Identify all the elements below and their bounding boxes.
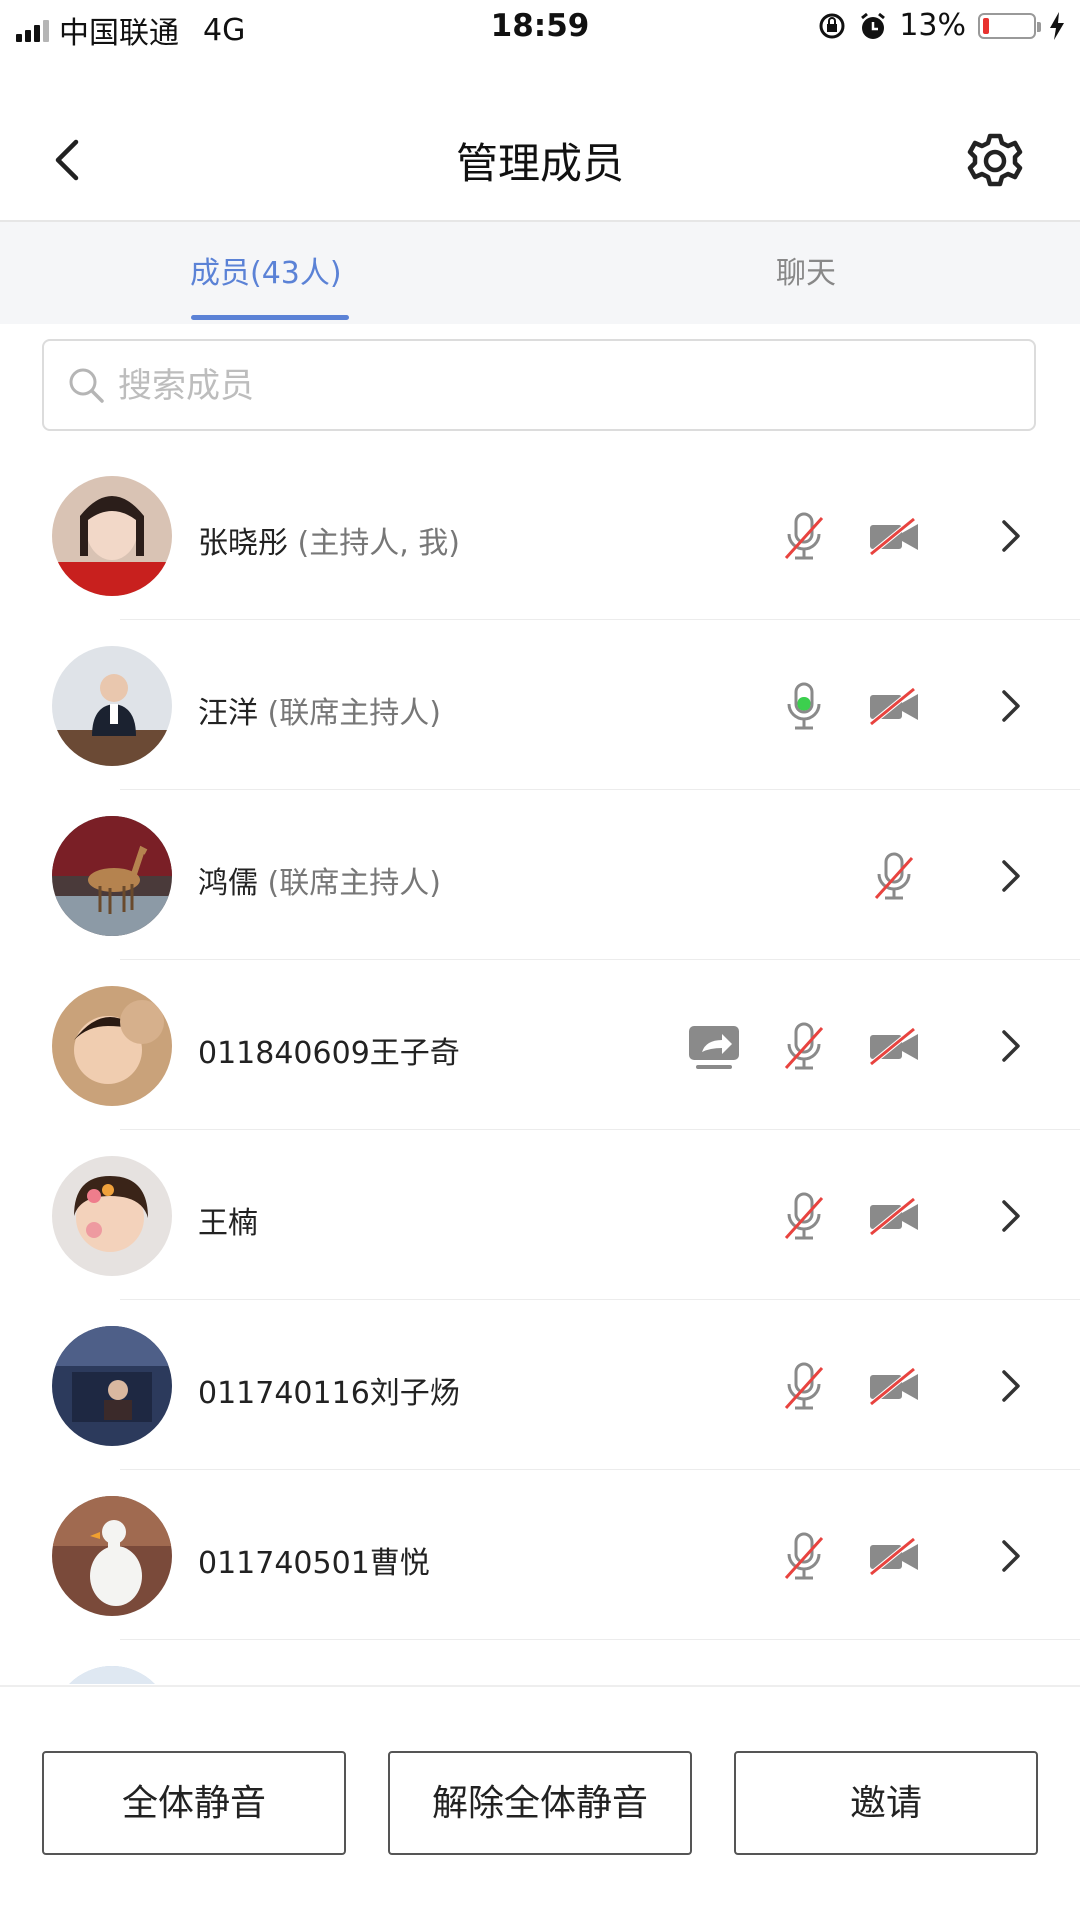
avatar — [52, 816, 172, 936]
camera-off-icon[interactable] — [866, 678, 922, 734]
member-row[interactable]: 鸿儒 (联席主持人) — [0, 790, 1080, 960]
mic-muted-icon[interactable] — [776, 1018, 832, 1074]
mic-muted-icon[interactable] — [866, 848, 922, 904]
mic-muted-icon[interactable] — [776, 1528, 832, 1584]
member-list: 张晓彤 (主持人, 我) 汪洋 (联席主持人) 鸿儒 (联席主持人) 01184… — [0, 450, 1080, 1684]
member-role: (联席主持人) — [258, 866, 441, 901]
member-row[interactable]: 011840609王子奇 — [0, 960, 1080, 1130]
chevron-right-icon[interactable] — [996, 514, 1026, 558]
avatar — [52, 476, 172, 596]
member-role: (联席主持人) — [258, 696, 441, 731]
avatar — [52, 1496, 172, 1616]
battery-percent: 13% — [899, 8, 966, 43]
member-name: 汪洋 (联席主持人) — [198, 696, 441, 731]
alarm-icon — [861, 12, 886, 39]
chevron-right-icon[interactable] — [996, 1024, 1026, 1068]
member-name: 张晓彤 (主持人, 我) — [198, 526, 461, 561]
active-tab-indicator — [191, 315, 349, 320]
member-role: (主持人, 我) — [288, 526, 461, 561]
invite-button[interactable]: 邀请 — [734, 1751, 1038, 1855]
camera-off-icon[interactable] — [866, 1188, 922, 1244]
avatar — [52, 1156, 172, 1276]
avatar — [52, 1326, 172, 1446]
tab-bar: 成员(43人) 聊天 — [0, 222, 1080, 324]
member-row[interactable]: 张晓彤 (主持人, 我) — [0, 450, 1080, 620]
mic-muted-icon[interactable] — [776, 508, 832, 564]
mute-all-button[interactable]: 全体静音 — [42, 1751, 346, 1855]
avatar — [52, 646, 172, 766]
member-row[interactable]: 汪洋 (联席主持人) — [0, 620, 1080, 790]
member-row[interactable]: 王楠 — [0, 1130, 1080, 1300]
battery-icon — [978, 12, 1041, 39]
chevron-right-icon[interactable] — [996, 854, 1026, 898]
member-row-partial[interactable] — [0, 1640, 1080, 1684]
member-name: 王楠 — [198, 1206, 258, 1241]
rotation-lock-icon — [819, 13, 845, 38]
avatar — [52, 1666, 172, 1684]
camera-off-icon[interactable] — [866, 1358, 922, 1414]
member-name: 011740501曹悦 — [198, 1546, 430, 1581]
member-name: 011740116刘子炀 — [198, 1376, 460, 1411]
page-title: 管理成员 — [455, 139, 624, 188]
nav-bar: 管理成员 — [0, 100, 1080, 222]
charging-icon — [1050, 11, 1064, 40]
unmute-all-button[interactable]: 解除全体静音 — [388, 1751, 692, 1855]
mic-muted-icon[interactable] — [776, 1188, 832, 1244]
member-name: 011840609王子奇 — [198, 1036, 460, 1071]
tab-chat[interactable]: 聊天 — [776, 248, 836, 292]
member-row[interactable]: 011740501曹悦 — [0, 1470, 1080, 1640]
chevron-right-icon[interactable] — [996, 684, 1026, 728]
member-name: 鸿儒 (联席主持人) — [198, 866, 441, 901]
search-icon — [69, 368, 104, 403]
tab-members[interactable]: 成员(43人) — [190, 248, 342, 292]
gear-icon[interactable] — [964, 130, 1026, 192]
status-bar: 中国联通 4G 18:59 13% — [0, 0, 1080, 56]
camera-off-icon[interactable] — [866, 1528, 922, 1584]
mic-speaking-icon[interactable] — [776, 678, 832, 734]
mic-muted-icon[interactable] — [776, 1358, 832, 1414]
avatar — [52, 986, 172, 1106]
screen-share-icon[interactable] — [686, 1018, 742, 1074]
chevron-right-icon[interactable] — [996, 1194, 1026, 1238]
search-input[interactable] — [116, 341, 1000, 431]
bottom-action-bar: 全体静音 解除全体静音 邀请 — [0, 1685, 1080, 1922]
status-right: 13% — [817, 8, 1066, 43]
camera-off-icon[interactable] — [866, 508, 922, 564]
search-box[interactable] — [42, 339, 1036, 431]
camera-off-icon[interactable] — [866, 1018, 922, 1074]
member-row[interactable]: 011740116刘子炀 — [0, 1300, 1080, 1470]
chevron-right-icon[interactable] — [996, 1534, 1026, 1578]
chevron-right-icon[interactable] — [996, 1364, 1026, 1408]
